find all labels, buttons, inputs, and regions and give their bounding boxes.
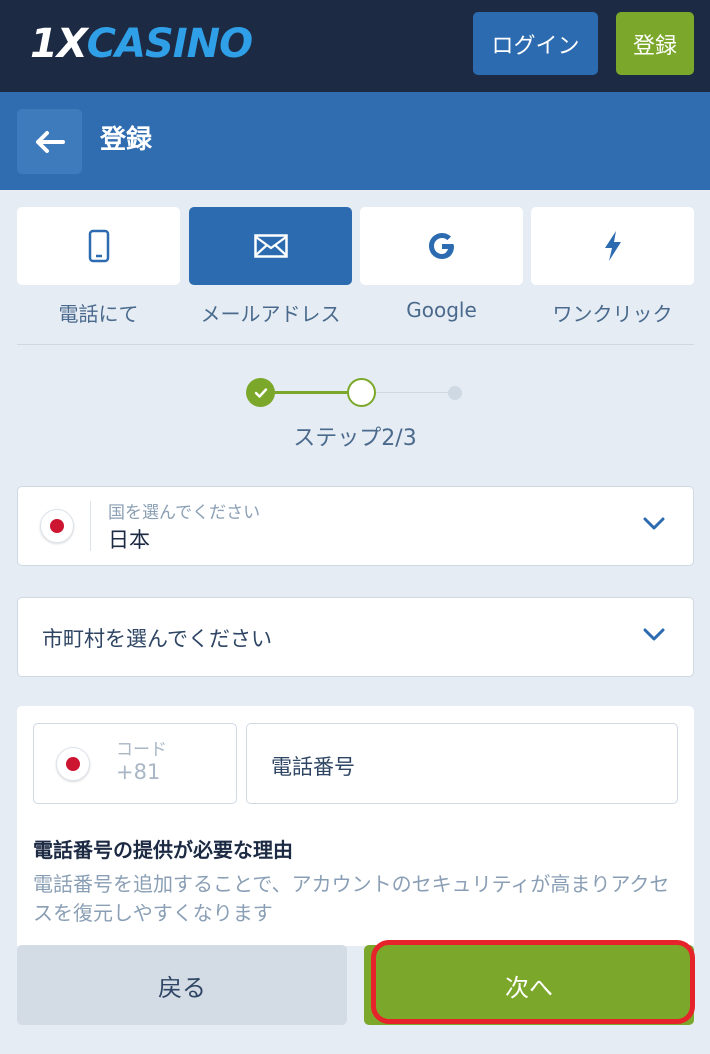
country-placeholder: 国を選んでください: [108, 503, 261, 523]
step-3-pending: [448, 386, 462, 400]
envelope-icon: [253, 234, 288, 258]
country-code-field[interactable]: コード +81: [33, 723, 237, 804]
google-icon: [428, 233, 454, 259]
country-value: 日本: [108, 528, 150, 552]
logo-prefix: 1X: [30, 21, 88, 67]
method-phone-label: 電話にて: [58, 302, 139, 326]
step-2-current: [347, 378, 376, 407]
phone-number-input[interactable]: 電話番号: [246, 723, 678, 804]
next-button-highlight: [371, 940, 695, 1024]
checkmark-icon: [254, 387, 267, 398]
field-separator: [90, 501, 91, 551]
method-phone-tab[interactable]: [17, 207, 180, 285]
country-select[interactable]: 国を選んでください 日本: [17, 486, 694, 566]
method-google-tab[interactable]: [360, 207, 523, 285]
register-button[interactable]: 登録: [616, 12, 694, 75]
step-label: ステップ2/3: [293, 426, 417, 451]
logo-name: CASINO: [86, 21, 253, 67]
lightning-icon: [604, 231, 621, 261]
chevron-down-icon: [643, 517, 665, 530]
chevron-down-icon: [643, 628, 665, 641]
city-placeholder: 市町村を選んでください: [42, 627, 272, 651]
method-google-label: Google: [406, 298, 477, 322]
arrow-left-icon: [35, 130, 65, 153]
method-oneclick-label: ワンクリック: [552, 302, 673, 326]
japan-flag-icon: [56, 747, 90, 781]
phone-icon: [88, 229, 109, 263]
step-1-done: [246, 378, 275, 407]
back-arrow-button[interactable]: [17, 109, 82, 174]
login-button[interactable]: ログイン: [473, 12, 598, 75]
phone-placeholder: 電話番号: [271, 755, 355, 779]
code-value: +81: [116, 760, 161, 784]
city-select[interactable]: 市町村を選んでください: [17, 597, 694, 677]
page-title: 登録: [100, 125, 153, 155]
back-button[interactable]: 戻る: [17, 945, 347, 1025]
method-email-label: メールアドレス: [200, 302, 341, 326]
why-phone-title: 電話番号の提供が必要な理由: [33, 838, 293, 862]
divider: [17, 344, 694, 345]
step-line-pending: [362, 392, 456, 393]
code-label: コード: [116, 740, 167, 760]
brand-logo[interactable]: 1X CASINO: [30, 16, 253, 72]
method-email-tab[interactable]: [189, 207, 352, 285]
why-phone-text: 電話番号を追加することで、アカウントのセキュリティが高まりアクセスを復元しやすく…: [33, 872, 670, 925]
progress-stepper: [246, 377, 464, 407]
phone-card: コード +81 電話番号 電話番号の提供が必要な理由 電話番号を追加することで、…: [17, 706, 694, 946]
method-oneclick-tab[interactable]: [531, 207, 694, 285]
japan-flag-icon: [40, 509, 74, 543]
